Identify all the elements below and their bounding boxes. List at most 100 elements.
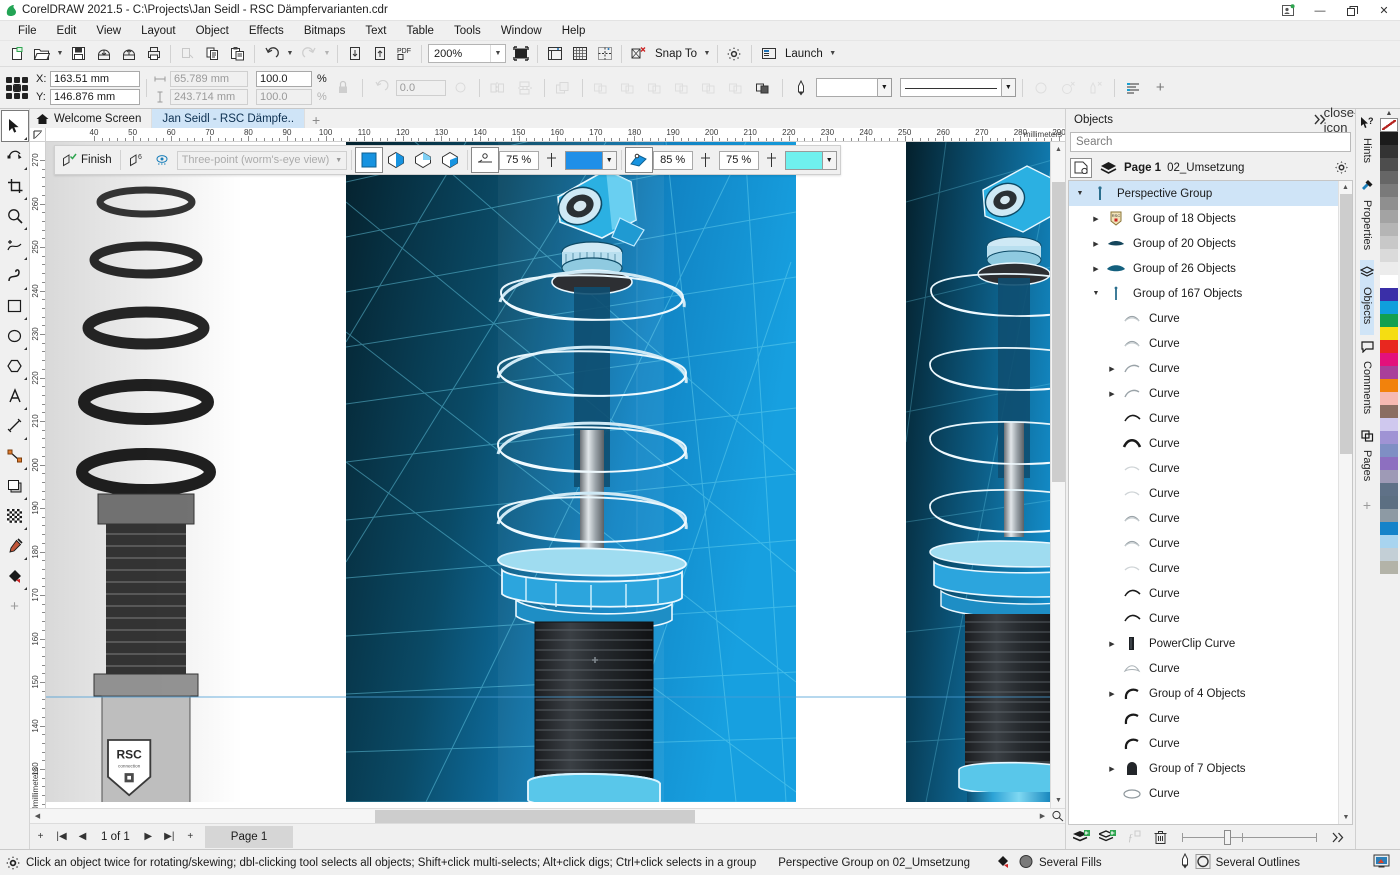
object-tree-row[interactable]: Curve xyxy=(1069,506,1338,531)
boundary-icon[interactable] xyxy=(751,76,776,100)
second-stepper[interactable] xyxy=(760,148,784,172)
chevron-right-icon[interactable]: ▶ xyxy=(1105,765,1119,773)
transparency-slider[interactable] xyxy=(1182,826,1317,848)
menu-table[interactable]: Table xyxy=(396,23,444,39)
tree-scroll-up-icon[interactable]: ▲ xyxy=(1339,181,1352,194)
status-fill-group[interactable]: Several Fills xyxy=(996,854,1102,872)
palette-swatch[interactable] xyxy=(1380,236,1398,249)
tab-welcome-screen[interactable]: Welcome Screen xyxy=(30,109,152,128)
tool-artistic-media[interactable] xyxy=(2,261,28,291)
object-tree-row[interactable]: Curve xyxy=(1069,556,1338,581)
add-page-after-button[interactable]: + xyxy=(180,825,201,849)
width-input[interactable]: 65.789 mm xyxy=(170,71,248,87)
menu-effects[interactable]: Effects xyxy=(239,23,294,39)
tool-connector[interactable] xyxy=(2,441,28,471)
tree-scroll-thumb[interactable] xyxy=(1340,194,1352,454)
text-properties-icon[interactable] xyxy=(1121,76,1146,100)
docker-tab-properties[interactable]: Properties xyxy=(1360,173,1374,260)
undo-dropdown-icon[interactable]: ▼ xyxy=(284,42,296,66)
palette-swatches[interactable] xyxy=(1380,132,1398,574)
palette-swatch[interactable] xyxy=(1380,457,1398,470)
palette-swatch[interactable] xyxy=(1380,496,1398,509)
expand-chevrons-icon[interactable] xyxy=(1327,826,1351,848)
palette-swatch[interactable] xyxy=(1380,197,1398,210)
object-tree-row[interactable]: ▶Group of 20 Objects xyxy=(1069,231,1338,256)
tool-eyedropper[interactable] xyxy=(2,531,28,561)
chevron-right-icon[interactable]: ▶ xyxy=(1105,690,1119,698)
palette-swatch[interactable] xyxy=(1380,431,1398,444)
grid-opacity-icon[interactable] xyxy=(472,148,498,172)
tool-text[interactable] xyxy=(2,381,28,411)
chevron-down-icon[interactable]: ▼ xyxy=(1089,290,1103,297)
chevron-right-icon[interactable]: ▶ xyxy=(1105,390,1119,398)
palette-swatch[interactable] xyxy=(1380,158,1398,171)
palette-swatch[interactable] xyxy=(1380,288,1398,301)
tool-freehand[interactable] xyxy=(2,231,28,261)
accent-color-dropdown-icon[interactable]: ▼ xyxy=(823,151,837,170)
grid-color-dropdown-icon[interactable]: ▼ xyxy=(603,151,617,170)
tool-polygon[interactable] xyxy=(2,351,28,381)
layer-name[interactable]: 02_Umsetzung xyxy=(1167,162,1244,174)
grid-opacity-stepper[interactable] xyxy=(540,148,564,172)
tool-parallel-dimension[interactable] xyxy=(2,411,28,441)
canvas[interactable]: RSC connection xyxy=(46,142,1050,808)
scale-h-input[interactable]: 100.0 xyxy=(256,71,312,87)
second-value[interactable]: 75 % xyxy=(719,151,759,170)
chevron-down-icon[interactable]: ▼ xyxy=(1073,190,1087,197)
close-icon[interactable]: close-icon xyxy=(1331,111,1351,129)
lock-ratio-icon[interactable] xyxy=(331,76,356,100)
docker-tab-hints[interactable]: ? Hints xyxy=(1360,111,1374,173)
show-rulers-icon[interactable] xyxy=(542,42,567,66)
menu-bitmaps[interactable]: Bitmaps xyxy=(294,23,356,39)
restore-button[interactable] xyxy=(1336,0,1368,21)
palette-swatch[interactable] xyxy=(1380,145,1398,158)
artwork-canvas[interactable]: RSC connection xyxy=(46,142,1050,802)
palette-swatch[interactable] xyxy=(1380,314,1398,327)
new-master-layer-icon[interactable] xyxy=(1096,826,1120,848)
object-anchor-selector[interactable] xyxy=(4,75,30,101)
zoom-level-combo[interactable]: 200% ▼ xyxy=(428,44,506,63)
page-tab-1[interactable]: Page 1 xyxy=(205,826,293,848)
open-dropdown-icon[interactable]: ▼ xyxy=(54,42,66,66)
palette-swatch[interactable] xyxy=(1380,210,1398,223)
scroll-left-icon[interactable]: ◀ xyxy=(30,809,45,824)
launch-icon[interactable] xyxy=(756,42,781,66)
plane-left-button[interactable] xyxy=(383,148,409,172)
plane-top-button[interactable] xyxy=(437,148,463,172)
palette-swatch[interactable] xyxy=(1380,561,1398,574)
outline-style-input[interactable] xyxy=(900,78,1002,97)
gear-icon[interactable] xyxy=(1331,159,1351,177)
outline-style-dropdown-icon[interactable]: ▼ xyxy=(1002,78,1016,97)
object-tree-rows[interactable]: ▼Perspective Group▶RSCGroup of 18 Object… xyxy=(1069,181,1338,824)
open-document-icon[interactable] xyxy=(29,42,54,66)
canvas-horizontal-scrollbar[interactable]: ◀ ▶ xyxy=(30,808,1065,823)
object-tree-row[interactable]: ▶RSCGroup of 18 Objects xyxy=(1069,206,1338,231)
plane-right-button[interactable] xyxy=(410,148,436,172)
tool-ellipse[interactable] xyxy=(2,321,28,351)
export-file-icon[interactable] xyxy=(367,42,392,66)
outline-width-dropdown-icon[interactable]: ▼ xyxy=(878,78,892,97)
snap-to-label[interactable]: Snap To xyxy=(651,48,701,60)
trash-icon[interactable] xyxy=(1148,826,1172,848)
object-tree-row[interactable]: Curve xyxy=(1069,481,1338,506)
status-outline-group[interactable]: Several Outlines xyxy=(1180,853,1300,872)
vertical-scroll-thumb[interactable] xyxy=(1052,182,1065,482)
show-planes-icon[interactable] xyxy=(151,148,176,172)
chevron-down-icon[interactable]: ▼ xyxy=(490,45,505,62)
palette-swatch[interactable] xyxy=(1380,275,1398,288)
chevron-right-icon[interactable]: ▶ xyxy=(1105,365,1119,373)
object-tree-row[interactable]: Curve xyxy=(1069,656,1338,681)
tool-shape[interactable] xyxy=(2,141,28,171)
import-icon[interactable] xyxy=(91,42,116,66)
scroll-down-icon[interactable]: ▼ xyxy=(1051,793,1066,808)
palette-swatch[interactable] xyxy=(1380,379,1398,392)
object-tree-row[interactable]: Curve xyxy=(1069,706,1338,731)
x-position-input[interactable]: 163.51 mm xyxy=(50,71,140,87)
ruler-origin[interactable] xyxy=(30,128,46,142)
no-color-icon[interactable] xyxy=(1380,118,1398,132)
object-tree-row[interactable]: Curve xyxy=(1069,531,1338,556)
canvas-vertical-scrollbar[interactable]: ▲ ▼ xyxy=(1050,142,1065,808)
account-icon[interactable] xyxy=(1272,0,1304,21)
object-tree-row[interactable]: ▼Group of 167 Objects xyxy=(1069,281,1338,306)
docker-tab-pages[interactable]: Pages xyxy=(1361,424,1374,491)
